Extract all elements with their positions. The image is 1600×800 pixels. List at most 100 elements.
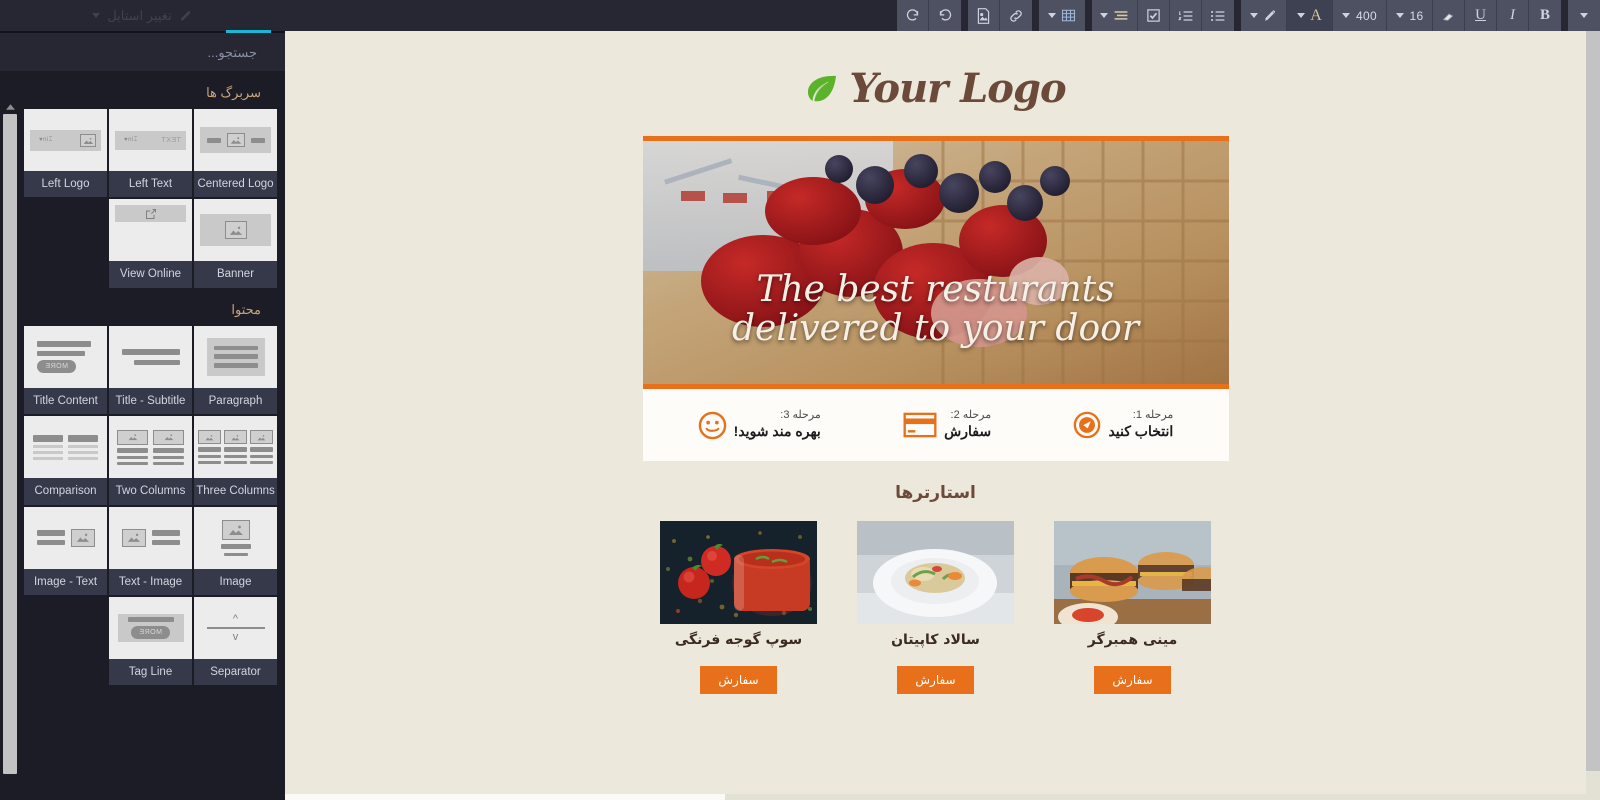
tile-view-online[interactable]: View Online: [109, 199, 192, 288]
order-button[interactable]: سفارش: [1094, 666, 1171, 694]
image-placeholder-icon: [224, 221, 247, 240]
logo[interactable]: Your Logo: [805, 65, 1067, 112]
undo-icon[interactable]: [929, 0, 961, 31]
step-label: انتخاب کنید: [1108, 423, 1174, 440]
product-name: سوپ گوجه فرنگی: [674, 632, 803, 648]
tile-thumb: [24, 416, 107, 479]
hero-banner[interactable]: The best resturants delivered to your do…: [642, 136, 1229, 389]
unordered-list-icon[interactable]: [1202, 0, 1234, 31]
chevron-down-icon: [1342, 13, 1351, 18]
order-button[interactable]: سفارش: [700, 666, 777, 694]
chevron-down-icon: [1048, 13, 1056, 18]
scrollbar-thumb[interactable]: [3, 114, 17, 774]
chevron-down-icon: [92, 13, 101, 18]
font-weight-value: 400: [1356, 8, 1377, 23]
tile-three-columns[interactable]: Three Columns: [194, 416, 277, 505]
canvas-horizontal-scrollbar[interactable]: [285, 794, 1586, 800]
tile-label: Three Columns: [196, 485, 275, 498]
sidebar-tabs: تغییر استایل: [0, 0, 285, 33]
chevron-down-icon: [1249, 13, 1258, 18]
burger-image: [1054, 521, 1211, 624]
scrollbar-thumb[interactable]: [285, 794, 725, 800]
product-cards: مینی همبرگر سفارش سالاد کاپیتان سفارش سو…: [285, 521, 1586, 694]
tile-title-subtitle[interactable]: Title - Subtitle: [109, 325, 192, 415]
image-placeholder-icon: [221, 519, 250, 540]
step-1[interactable]: مرحله 1: انتخاب کنید: [1073, 409, 1173, 440]
sidebar-search: [0, 33, 285, 71]
section-title-headers: سربرگ ها: [206, 85, 261, 100]
email-document: Your Logo The best resturants delivered …: [285, 31, 1586, 694]
tile-paragraph[interactable]: Paragraph: [194, 325, 277, 415]
scrollbar-thumb[interactable]: [1586, 31, 1600, 771]
insert-link-icon[interactable]: [1000, 0, 1032, 31]
step-label: سفارش: [944, 423, 992, 440]
sidebar-scrollbar[interactable]: [2, 100, 18, 800]
tile-label: Comparison: [34, 485, 97, 498]
product-image-salad[interactable]: [857, 521, 1014, 624]
step-text: مرحله 3: بهره مند شوید!: [734, 409, 821, 440]
chevron-down-icon: [1100, 13, 1108, 18]
tile-two-columns[interactable]: Two Columns: [109, 416, 192, 505]
hero-headline-line1: The best resturants: [756, 269, 1115, 310]
table-icon[interactable]: [1039, 0, 1085, 31]
step-3[interactable]: مرحله 3: بهره مند شوید!: [698, 409, 821, 440]
bold-button[interactable]: B: [1529, 0, 1561, 31]
image-placeholder-icon: [121, 528, 146, 547]
chevron-down-icon: v: [232, 630, 239, 643]
external-link-icon: [145, 208, 156, 219]
tile-image-text[interactable]: Image - Text: [24, 506, 107, 595]
tile-thumb: ♥ni⌶: [24, 109, 107, 171]
tile-centered-logo[interactable]: Centered Logo: [194, 109, 277, 198]
tile-label: Image: [219, 575, 252, 588]
chevron-up-icon: ^: [232, 612, 239, 625]
tile-left-logo[interactable]: ♥ni⌶ Left Logo: [24, 109, 107, 198]
image-placeholder-icon: [224, 430, 247, 445]
order-button[interactable]: سفارش: [897, 666, 974, 694]
scroll-up-arrow[interactable]: [2, 100, 18, 114]
toolbar-group-insert: [968, 0, 1032, 31]
text-color-icon[interactable]: [1241, 0, 1287, 31]
hero-headline-line2: delivered to your door: [731, 307, 1140, 349]
italic-button[interactable]: I: [1497, 0, 1529, 31]
tile-thumb: MORE: [109, 596, 192, 659]
tile-text-image[interactable]: Text - Image: [109, 506, 192, 595]
tile-separator[interactable]: ^ v Separator: [194, 596, 277, 686]
steps-row: مرحله 1: انتخاب کنید مرحله 2: سفارش مرحل…: [642, 389, 1229, 461]
product-image-burger[interactable]: [1054, 521, 1211, 624]
search-input[interactable]: [28, 44, 257, 60]
email-canvas[interactable]: Your Logo The best resturants delivered …: [285, 31, 1600, 800]
tile-banner[interactable]: Banner: [194, 199, 277, 288]
logo-text: Your Logo: [849, 65, 1066, 112]
more-options-icon[interactable]: [1568, 0, 1600, 31]
font-color-icon[interactable]: A: [1287, 0, 1333, 31]
tile-empty-slot: [24, 199, 107, 287]
ordered-list-icon[interactable]: [1170, 0, 1202, 31]
tile-image[interactable]: Image: [194, 506, 277, 595]
logo-chip: ♥ni⌶: [35, 135, 57, 145]
starters-title: استارترها: [895, 483, 976, 503]
insert-image-icon[interactable]: [968, 0, 1000, 31]
align-icon[interactable]: [1092, 0, 1138, 31]
tile-comparison[interactable]: Comparison: [24, 416, 107, 505]
tile-grid-headers: Centered Logo ♥ni⌶ TEXT Left Text ♥ni⌶ L…: [22, 109, 277, 288]
tile-title-content[interactable]: MORE Title Content: [24, 325, 107, 415]
tile-grid-content: Paragraph Title - Subtitle MORE Title Co…: [22, 325, 277, 686]
underline-button[interactable]: U: [1465, 0, 1497, 31]
tile-thumb: ^ v: [194, 596, 277, 659]
step-2[interactable]: مرحله 2: سفارش: [903, 409, 991, 440]
tile-thumb: [194, 325, 277, 388]
canvas-vertical-scrollbar[interactable]: [1586, 31, 1600, 800]
font-weight-selector[interactable]: 400: [1333, 0, 1387, 31]
redo-icon[interactable]: [897, 0, 929, 31]
font-size-selector[interactable]: 16: [1387, 0, 1433, 31]
tile-tag-line[interactable]: MORE Tag Line: [109, 596, 192, 686]
clear-format-icon[interactable]: [1433, 0, 1465, 31]
product-image-soup[interactable]: [660, 521, 817, 624]
tab-change-style[interactable]: تغییر استایل: [82, 0, 202, 31]
checkbox-icon[interactable]: [1138, 0, 1170, 31]
email-header: Your Logo: [285, 41, 1586, 136]
logo-chip: ♥ni⌶: [120, 135, 142, 145]
step-text: مرحله 1: انتخاب کنید: [1108, 409, 1173, 440]
tile-left-text[interactable]: ♥ni⌶ TEXT Left Text: [109, 109, 192, 198]
tile-thumb: [194, 199, 277, 262]
